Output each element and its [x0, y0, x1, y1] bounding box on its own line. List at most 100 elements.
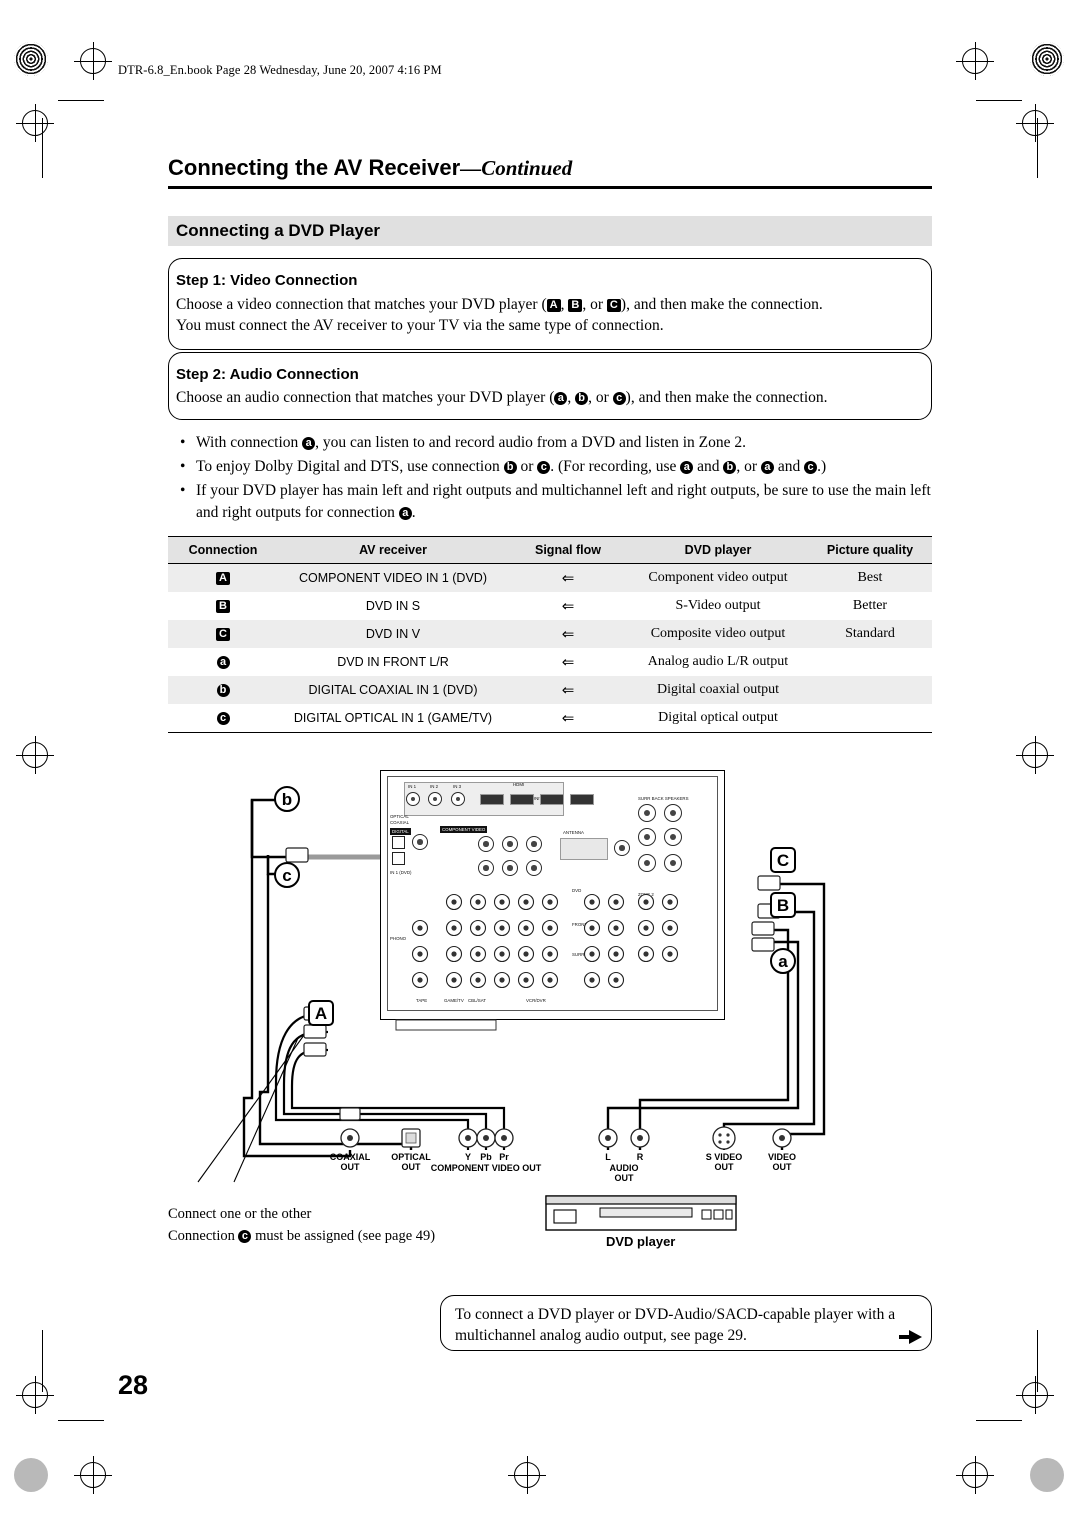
- crop-mark-top-left: [74, 42, 112, 80]
- step1-line1-post: ), and then make the connection.: [620, 296, 823, 313]
- step2-line1-pre: Choose an audio connection that matches …: [176, 389, 555, 406]
- cell-signal-flow: ⇐: [561, 654, 575, 671]
- cell-connection-badge: a: [168, 648, 278, 676]
- bullet2-text-e: , or: [736, 458, 761, 475]
- step1-line2: You must connect the AV receiver to your…: [176, 317, 664, 334]
- bullet-item-3: If your DVD player has main left and rig…: [176, 480, 936, 524]
- bullet-item-2: To enjoy Dolby Digital and DTS, use conn…: [176, 456, 936, 478]
- cell-signal-flow: ⇐: [508, 676, 628, 704]
- note2-badge-c: c: [238, 1230, 252, 1243]
- cell-av-receiver: COMPONENT VIDEO IN 1 (DVD): [278, 563, 508, 592]
- table-row: b DIGITAL COAXIAL IN 1 (DVD) ⇐ Digital coax…: [168, 676, 932, 704]
- th-picture-quality: Picture quality: [808, 536, 932, 564]
- multichannel-callout-box: To connect a DVD player or DVD-Audio/SAC…: [440, 1295, 932, 1351]
- cell-picture-quality: [808, 676, 932, 704]
- cell-signal-flow: ⇐: [508, 620, 628, 648]
- bullet3-text-a: If your DVD player has main left and rig…: [196, 482, 931, 521]
- table-row: B DVD IN S ⇐ S-Video output Better: [168, 592, 932, 620]
- crop-mark-bottom-center: [508, 1456, 546, 1494]
- badge-a: a: [216, 656, 230, 669]
- table-row: C DVD IN V ⇐ Composite video output Standard: [168, 620, 932, 648]
- cell-picture-quality: Better: [852, 598, 888, 613]
- trim-line-top-left-h: [58, 100, 104, 101]
- connection-table: Connection AV receiver Signal flow DVD p…: [168, 536, 932, 733]
- bullet2-badge-c: c: [537, 461, 551, 474]
- crop-mark-top-right: [956, 42, 994, 80]
- trim-line-bottom-right-h: [976, 1420, 1022, 1421]
- crop-mark-right-middle: [1016, 736, 1054, 774]
- crop-mark-bottom-left: [74, 1456, 112, 1494]
- callout-line2: multichannel analog audio output, see pa…: [455, 1327, 747, 1344]
- trim-line-right: [1037, 118, 1038, 178]
- section-heading-text: Connecting a DVD Player: [176, 221, 381, 240]
- step2-line1-post: ), and then make the connection.: [625, 389, 828, 406]
- bullet2-text-g: .): [817, 458, 827, 475]
- cell-connection-badge: A: [168, 563, 278, 592]
- callout-line1: To connect a DVD player or DVD-Audio/SAC…: [455, 1306, 896, 1323]
- th-av-receiver: AV receiver: [278, 536, 508, 564]
- cell-connection-badge: C: [168, 620, 278, 648]
- th-connection: Connection: [168, 536, 278, 564]
- bullet2-badge-a: a: [680, 461, 694, 474]
- callout-arrow-stem: [899, 1335, 909, 1339]
- crop-mark-right-upper: [1016, 104, 1054, 142]
- table-header-row: Connection AV receiver Signal flow DVD p…: [168, 536, 932, 564]
- note2-pre: Connection: [168, 1228, 239, 1244]
- badge-C-inline: C: [606, 299, 621, 312]
- page-title-dash: —: [460, 156, 482, 180]
- bullet1-badge-a: a: [302, 437, 316, 450]
- badge-c: c: [216, 712, 230, 725]
- badge-B: B: [216, 600, 230, 613]
- page-title-continued: Continued: [481, 156, 573, 180]
- cell-dvd-player: Component video output: [628, 563, 808, 592]
- cell-picture-quality: Best: [808, 563, 932, 592]
- step2-body: Choose an audio connection that matches …: [176, 389, 828, 406]
- trim-line-bottom-left-h: [58, 1420, 104, 1421]
- dvd-player-illustration: [545, 1195, 737, 1231]
- cell-av-receiver: DIGITAL COAXIAL IN 1 (DVD): [278, 676, 508, 704]
- crop-mark-left-middle: [16, 736, 54, 774]
- section-heading-bar: Connecting a DVD Player: [168, 216, 932, 246]
- badge-b-inline: b: [575, 392, 589, 405]
- trim-line-left: [42, 118, 43, 178]
- callout-arrow-icon: [909, 1330, 922, 1344]
- cell-signal-flow: ⇐: [561, 598, 575, 615]
- badge-C: C: [216, 628, 230, 641]
- badge-c-inline: c: [612, 392, 626, 405]
- cell-dvd-player: S-Video output: [675, 598, 761, 613]
- gray-registration-dot-bottom-right: [1030, 1458, 1064, 1492]
- table-row: A COMPONENT VIDEO IN 1 (DVD) ⇐ Component vi…: [168, 563, 932, 592]
- callout-text: To connect a DVD player or DVD-Audio/SAC…: [455, 1304, 917, 1346]
- bullet2-text-f: and: [773, 458, 805, 475]
- cell-dvd-player: Digital optical output: [628, 704, 808, 733]
- cell-av-receiver: DVD IN FRONT L/R: [337, 655, 449, 669]
- crop-mark-right-lower: [1016, 1376, 1054, 1414]
- page-title: Connecting the AV Receiver—Continued: [168, 155, 572, 181]
- badge-B-inline: B: [568, 299, 583, 312]
- connection-diagram: IN 1 IN 2 IN 3 HDMI MONITOR OUT DIGITAL …: [168, 752, 932, 1282]
- note-assign-connection: Connection c must be assigned (see page …: [168, 1226, 435, 1246]
- step2-box: [168, 352, 932, 420]
- bullet2-text-a: To enjoy Dolby Digital and DTS, use conn…: [196, 458, 504, 475]
- note2-post: must be assigned (see page 49): [251, 1228, 436, 1244]
- cell-signal-flow: ⇐: [508, 704, 628, 733]
- bullet2-text-b: or: [516, 458, 538, 475]
- badge-a-inline: a: [554, 392, 568, 405]
- trim-line-left-bottom: [42, 1330, 43, 1392]
- table-row: c DIGITAL OPTICAL IN 1 (GAME/TV) ⇐ Digital …: [168, 704, 932, 733]
- corner-registration-mark-top-left: [14, 42, 48, 76]
- step1-heading: Step 1: Video Connection: [176, 272, 358, 289]
- bullet2-badge-b: b: [503, 461, 517, 474]
- cell-av-receiver: DVD IN S: [365, 599, 421, 613]
- cell-connection-badge: c: [168, 704, 278, 733]
- bullet1-text-a: With connection: [196, 434, 303, 451]
- gray-registration-dot-bottom-left: [14, 1458, 48, 1492]
- notes-bullet-list: With connection a, you can listen to and…: [176, 432, 936, 526]
- th-signal-flow: Signal flow: [508, 536, 628, 564]
- th-dvd-player: DVD player: [628, 536, 808, 564]
- crop-mark-left-upper: [16, 104, 54, 142]
- cell-picture-quality: [808, 648, 932, 676]
- step2-heading: Step 2: Audio Connection: [176, 366, 359, 383]
- cell-av-receiver: DIGITAL OPTICAL IN 1 (GAME/TV): [278, 704, 508, 733]
- bullet2-badge-a2: a: [760, 461, 774, 474]
